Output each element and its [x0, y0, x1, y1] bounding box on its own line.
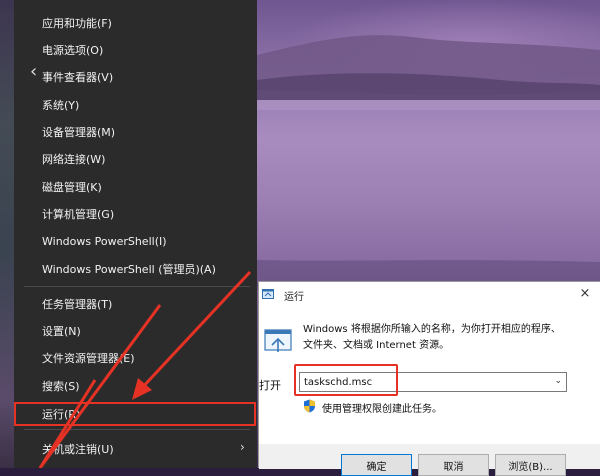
menu-item-power-options[interactable]: 电源选项(O) — [14, 36, 257, 63]
run-dialog: 运行 × Windows 将根据你所输入的名称，为你打开相应的程序、 文件夹、文… — [258, 281, 600, 476]
menu-item-search[interactable]: 搜索(S) — [14, 372, 257, 399]
menu-item-label: 计算机管理(G) — [42, 207, 115, 221]
run-description: Windows 将根据你所输入的名称，为你打开相应的程序、 文件夹、文档或 In… — [303, 322, 583, 354]
menu-separator — [24, 429, 250, 430]
menu-item-label: 关机或注销(U) — [42, 442, 114, 456]
run-dialog-title: 运行 — [284, 292, 304, 303]
run-program-icon — [264, 329, 292, 352]
menu-item-label: Windows PowerShell (管理员)(A) — [42, 262, 216, 276]
menu-item-device-manager[interactable]: 设备管理器(M) — [14, 118, 257, 145]
menu-item-network-connections[interactable]: 网络连接(W) — [14, 145, 257, 172]
menu-item-label: 设备管理器(M) — [42, 125, 116, 139]
run-app-small-icon — [262, 289, 274, 299]
menu-left-strip — [0, 0, 14, 468]
menu-item-file-explorer[interactable]: 文件资源管理器(E) — [14, 344, 257, 371]
shield-icon — [304, 399, 315, 413]
browse-button[interactable]: 浏览(B)... — [495, 454, 566, 476]
menu-separator — [24, 286, 250, 287]
menu-item-computer-management[interactable]: 计算机管理(G) — [14, 200, 257, 227]
close-icon: × — [579, 286, 591, 301]
menu-item-label: Windows PowerShell(I) — [42, 235, 167, 248]
menu-item-label: 网络连接(W) — [42, 152, 106, 166]
menu-item-powershell-admin[interactable]: Windows PowerShell (管理员)(A) — [14, 255, 257, 282]
menu-item-label: 搜索(S) — [42, 379, 80, 393]
menu-item-label: 文件资源管理器(E) — [42, 351, 135, 365]
run-description-line: 文件夹、文档或 Internet 资源。 — [303, 340, 450, 351]
menu-item-label: 设置(N) — [42, 324, 81, 338]
chevron-down-icon[interactable]: ⌄ — [554, 376, 562, 386]
menu-item-label: 任务管理器(T) — [42, 297, 113, 311]
input-highlight — [294, 364, 398, 396]
menu-item-label: 应用和功能(F) — [42, 16, 112, 30]
menu-item-label: 事件查看器(V) — [42, 70, 114, 84]
run-description-line: Windows 将根据你所输入的名称，为你打开相应的程序、 — [303, 324, 561, 335]
menu-item-shutdown-signout[interactable]: 关机或注销(U) — [14, 435, 257, 462]
winx-context-menu: ‹ 应用和功能(F) 电源选项(O) 事件查看器(V) 系统(Y) 设备管理器(… — [0, 0, 257, 468]
ok-button[interactable]: 确定 — [341, 454, 412, 476]
menu-item-task-manager[interactable]: 任务管理器(T) — [14, 290, 257, 317]
menu-item-label: 磁盘管理(K) — [42, 180, 102, 194]
menu-item-powershell[interactable]: Windows PowerShell(I) — [14, 228, 257, 255]
menu-item-label: 电源选项(O) — [42, 43, 104, 57]
chevron-right-icon: › — [240, 440, 245, 454]
cancel-button[interactable]: 取消 — [418, 454, 489, 476]
admin-privilege-text: 使用管理权限创建此任务。 — [322, 404, 442, 415]
close-button[interactable]: × — [577, 286, 593, 302]
menu-item-label: 系统(Y) — [42, 98, 80, 112]
open-label: 打开 — [259, 379, 281, 392]
menu-item-settings[interactable]: 设置(N) — [14, 317, 257, 344]
run-item-highlight — [14, 402, 256, 426]
menu-item-disk-management[interactable]: 磁盘管理(K) — [14, 173, 257, 200]
menu-item-event-viewer[interactable]: 事件查看器(V) — [14, 63, 257, 90]
menu-item-apps-features[interactable]: 应用和功能(F) — [14, 9, 257, 36]
run-titlebar[interactable]: 运行 × — [259, 282, 600, 306]
menu-item-system[interactable]: 系统(Y) — [14, 91, 257, 118]
